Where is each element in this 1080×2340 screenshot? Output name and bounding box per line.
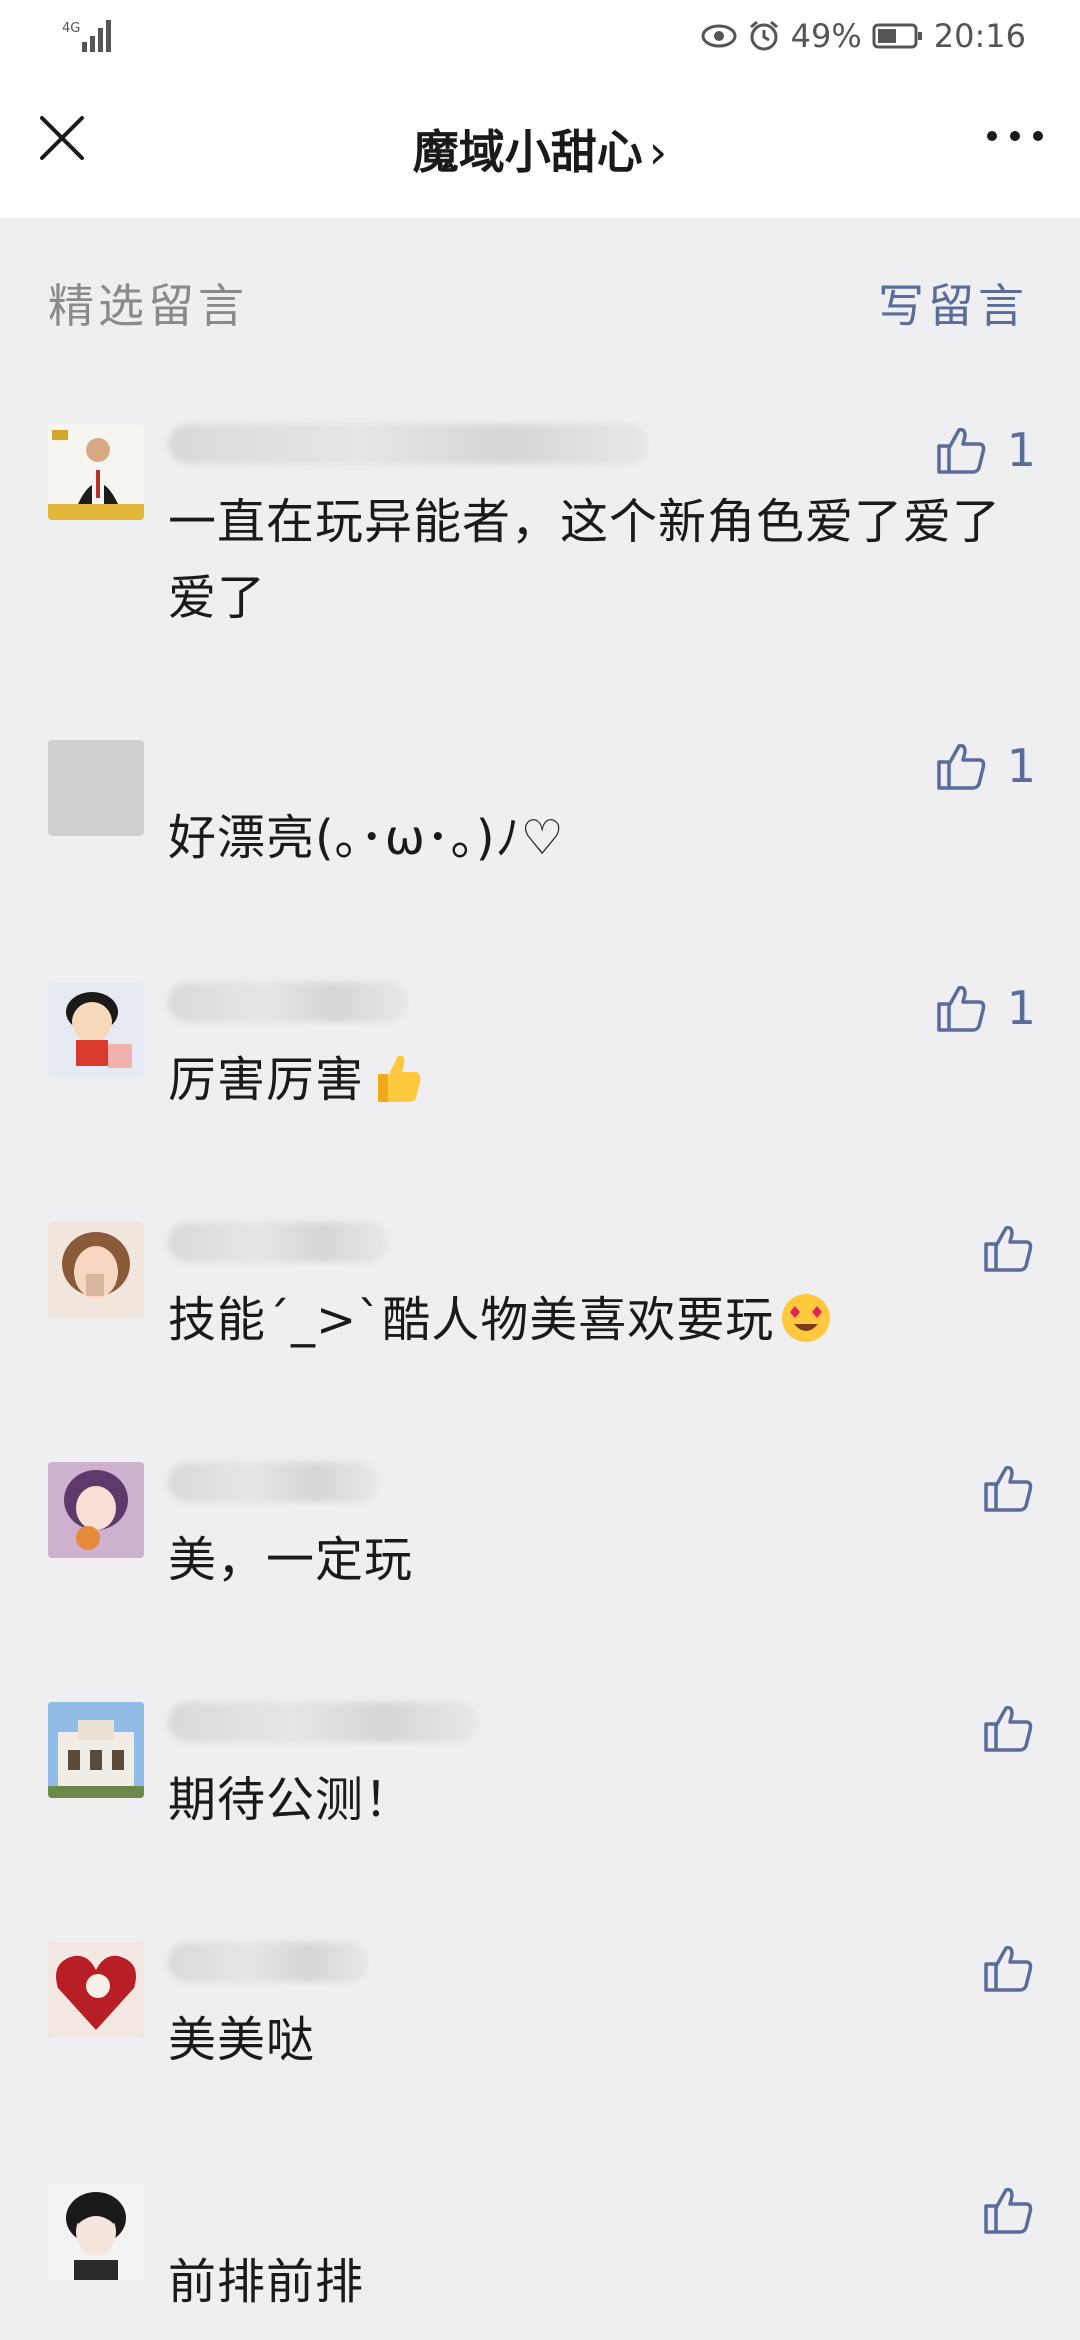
comment-text: 美美哒 xyxy=(168,2012,316,2068)
thumbs-up-icon xyxy=(984,1705,1033,1752)
avatar-image xyxy=(48,424,144,520)
like-count: 1 xyxy=(1006,981,1036,1035)
star-struck-emoji-icon xyxy=(782,1294,831,1342)
author-name-blurred xyxy=(168,1222,388,1262)
avatar[interactable] xyxy=(48,982,144,1078)
like-button[interactable] xyxy=(980,1700,1036,1756)
comment-text: 前排前排 xyxy=(168,2254,365,2310)
author-name-blurred xyxy=(168,982,408,1022)
comment-content: 技能´_>`酷人物美喜欢要玩 xyxy=(168,1282,1008,1358)
network-label: 4G xyxy=(62,21,80,36)
like-button[interactable] xyxy=(980,1220,1036,1276)
avatar-image xyxy=(48,1942,144,2038)
avatar-image xyxy=(48,1462,144,1558)
thumbs-up-icon xyxy=(936,743,985,790)
comment-text: 好漂亮(｡･ω･｡)ﾉ♡ xyxy=(168,810,565,866)
account-name: 魔域小甜心 xyxy=(412,125,643,179)
clock: 20:16 xyxy=(933,17,1026,55)
status-bar: 4G 49% 20:16 xyxy=(0,0,1080,72)
avatar-image xyxy=(48,2184,144,2280)
like-button[interactable]: 1 xyxy=(933,980,1036,1036)
signal-icon: 4G xyxy=(62,20,111,52)
status-right: 49% 20:16 xyxy=(701,14,1026,58)
avatar-image xyxy=(48,1222,144,1318)
like-button[interactable] xyxy=(980,1940,1036,1996)
thumbs-up-icon xyxy=(984,1465,1033,1512)
battery-percent: 49% xyxy=(790,17,862,55)
author-name-blurred xyxy=(168,1942,368,1982)
avatar[interactable] xyxy=(48,1702,144,1798)
avatar[interactable] xyxy=(48,1462,144,1558)
nav-bar: 魔域小甜心 › xyxy=(0,72,1080,218)
battery-icon xyxy=(872,23,922,49)
like-count: 1 xyxy=(1006,423,1036,477)
chevron-right-icon: › xyxy=(648,125,668,179)
avatar[interactable] xyxy=(48,424,144,520)
author-name-blurred xyxy=(168,1702,478,1742)
thumbs-up-icon xyxy=(936,427,985,474)
featured-comments-title: 精选留言 xyxy=(48,279,248,333)
like-count: 1 xyxy=(1006,739,1036,793)
avatar-image xyxy=(48,1702,144,1798)
thumbs-up-icon xyxy=(984,1945,1033,1992)
eye-comfort-icon xyxy=(701,24,737,48)
page-title[interactable]: 魔域小甜心 › xyxy=(0,116,1080,182)
thumbs-up-icon xyxy=(984,1225,1033,1272)
write-comment-button[interactable]: 写留言 xyxy=(878,270,1028,336)
author-name-blurred xyxy=(168,1462,378,1502)
comment-text: 美，一定玩 xyxy=(168,1532,414,1588)
avatar[interactable] xyxy=(48,740,144,836)
like-button[interactable]: 1 xyxy=(933,422,1036,478)
comment-text: 厉害厉害 xyxy=(168,1052,365,1108)
comment-content: 厉害厉害 xyxy=(168,1042,1008,1118)
thumbs-up-icon xyxy=(984,2187,1033,2234)
thumbs-up-emoji-icon xyxy=(378,1055,421,1102)
thumbs-up-icon xyxy=(936,985,985,1032)
avatar[interactable] xyxy=(48,2184,144,2280)
avatar-image xyxy=(48,982,144,1078)
like-button[interactable] xyxy=(980,1460,1036,1516)
comments-header: 精选留言 写留言 xyxy=(0,218,1080,378)
more-icon[interactable] xyxy=(980,116,1050,156)
comment-text: 技能´_>`酷人物美喜欢要玩 xyxy=(168,1292,775,1348)
like-button[interactable]: 1 xyxy=(933,738,1036,794)
avatar[interactable] xyxy=(48,1942,144,2038)
author-name-blurred xyxy=(168,424,648,464)
alarm-icon xyxy=(749,20,778,51)
comment-text: 一直在玩异能者，这个新角色爱了爱了爱了 xyxy=(168,494,1002,626)
like-button[interactable] xyxy=(980,2182,1036,2238)
comment-text: 期待公测！ xyxy=(168,1772,414,1828)
avatar[interactable] xyxy=(48,1222,144,1318)
